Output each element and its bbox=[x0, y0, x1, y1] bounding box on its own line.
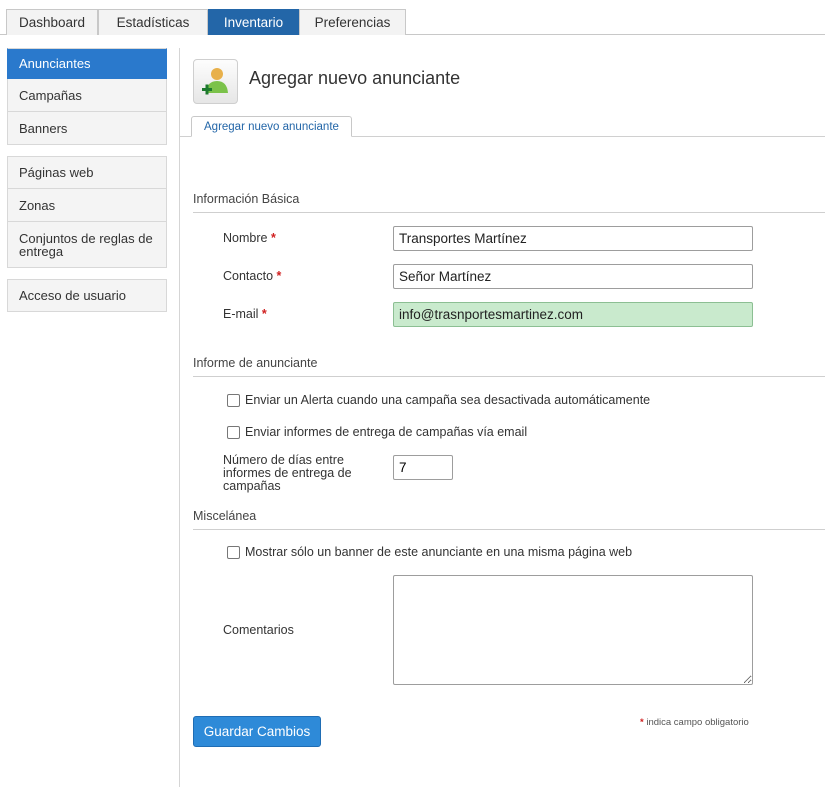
one-banner-label: Mostrar sólo un banner de este anunciant… bbox=[245, 545, 633, 559]
name-label: Nombre * bbox=[223, 232, 276, 245]
name-field[interactable] bbox=[393, 226, 753, 251]
reports-option: Enviar informes de entrega de campañas v… bbox=[227, 425, 527, 439]
email-label-text: E-mail bbox=[223, 307, 259, 321]
comments-label: Comentarios bbox=[223, 623, 294, 637]
page-title: Agregar nuevo anunciante bbox=[249, 68, 461, 88]
section-divider bbox=[193, 212, 825, 213]
sidebar-item-acceso-usuario[interactable]: Acceso de usuario bbox=[7, 279, 167, 312]
alert-option: Enviar un Alerta cuando una campaña sea … bbox=[227, 393, 650, 407]
add-user-icon bbox=[193, 59, 238, 104]
section-title-misc: Miscelánea bbox=[193, 509, 257, 523]
tab-inventario[interactable]: Inventario bbox=[208, 9, 299, 35]
days-label: Número de días entre informes de entrega… bbox=[223, 453, 352, 493]
reports-label: Enviar informes de entrega de campañas v… bbox=[245, 425, 528, 439]
email-field[interactable] bbox=[393, 302, 753, 327]
section-divider bbox=[193, 376, 825, 377]
required-mark: * bbox=[640, 717, 644, 728]
sidebar-group-advertising: Anunciantes Campañas Banners bbox=[7, 48, 167, 145]
required-mark: * bbox=[261, 307, 267, 321]
sidebar: Anunciantes Campañas Banners Páginas web… bbox=[7, 48, 167, 323]
sidebar-group-access: Acceso de usuario bbox=[7, 279, 167, 312]
reports-checkbox[interactable] bbox=[227, 425, 240, 439]
email-label: E-mail * bbox=[223, 308, 267, 321]
sidebar-item-paginas-web[interactable]: Páginas web bbox=[7, 156, 167, 189]
sidebar-group-publishing: Páginas web Zonas Conjuntos de reglas de… bbox=[7, 156, 167, 268]
required-note-text: indica campo obligatorio bbox=[646, 717, 749, 728]
alert-label: Enviar un Alerta cuando una campaña sea … bbox=[245, 393, 651, 407]
save-button[interactable]: Guardar Cambios bbox=[193, 716, 321, 747]
subtab-agregar-anunciante[interactable]: Agregar nuevo anunciante bbox=[191, 116, 352, 137]
tab-dashboard[interactable]: Dashboard bbox=[6, 9, 98, 35]
tab-preferencias[interactable]: Preferencias bbox=[299, 9, 406, 35]
comments-textarea[interactable] bbox=[393, 575, 753, 685]
required-mark: * bbox=[276, 269, 282, 283]
sidebar-item-banners[interactable]: Banners bbox=[7, 112, 167, 145]
sidebar-item-anunciantes[interactable]: Anunciantes bbox=[7, 48, 167, 79]
section-divider bbox=[193, 529, 825, 530]
section-title-basic: Información Básica bbox=[193, 192, 300, 206]
top-nav: Dashboard Estadísticas Inventario Prefer… bbox=[0, 0, 825, 35]
one-banner-option: Mostrar sólo un banner de este anunciant… bbox=[227, 545, 632, 559]
alert-checkbox[interactable] bbox=[227, 393, 240, 407]
section-title-report: Informe de anunciante bbox=[193, 356, 318, 370]
days-field[interactable] bbox=[393, 455, 453, 480]
required-note: * indica campo obligatorio bbox=[640, 717, 749, 728]
contact-label-text: Contacto bbox=[223, 269, 274, 283]
name-label-text: Nombre bbox=[223, 231, 268, 245]
one-banner-checkbox[interactable] bbox=[227, 545, 240, 559]
sidebar-item-conjuntos-reglas[interactable]: Conjuntos de reglas de entrega bbox=[7, 222, 167, 268]
sidebar-item-zonas[interactable]: Zonas bbox=[7, 189, 167, 222]
contact-field[interactable] bbox=[393, 264, 753, 289]
main-content: Agregar nuevo anunciante Agregar nuevo a… bbox=[179, 48, 825, 787]
sidebar-item-campanas[interactable]: Campañas bbox=[7, 79, 167, 112]
required-mark: * bbox=[270, 231, 276, 245]
tab-estadisticas[interactable]: Estadísticas bbox=[98, 9, 208, 35]
contact-label: Contacto * bbox=[223, 270, 281, 283]
